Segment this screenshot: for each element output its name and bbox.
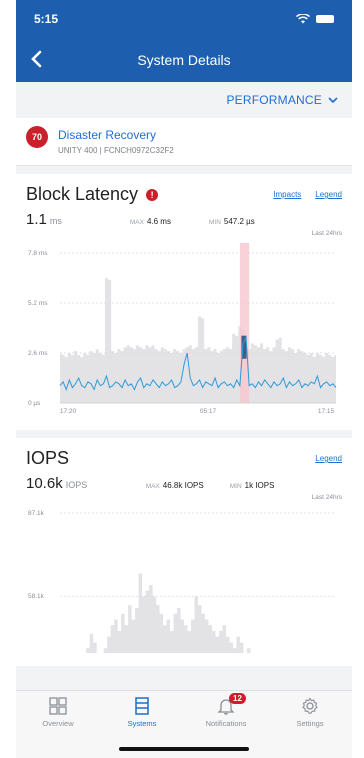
alert-icon[interactable]: ! (146, 188, 159, 201)
iops-min: MIN 1k IOPS (230, 481, 275, 490)
tab-overview[interactable]: Overview (23, 697, 93, 758)
wifi-icon (296, 14, 310, 24)
iops-panel: IOPS Legend 10.6k IOPS MAX 46.8k IOPS MIN… (16, 438, 352, 758)
iops-max: MAX 46.8k IOPS (146, 481, 204, 490)
notification-count-badge: 12 (229, 693, 246, 704)
latency-current-value: 1.1 (26, 211, 47, 228)
iops-title: IOPS (26, 448, 70, 468)
latency-max-label: MAX (129, 219, 144, 226)
latency-min-value: 547.2 µs (223, 217, 255, 226)
status-indicators (296, 14, 334, 24)
system-subtitle: UNITY 400 | FCNCH0972C32F2 (58, 146, 174, 155)
y-tick-label: 58.1k (28, 593, 45, 600)
anomaly-highlight (239, 243, 250, 403)
tab-settings-label: Settings (296, 719, 324, 728)
range-band (60, 573, 336, 758)
tab-settings[interactable]: Settings (275, 697, 345, 758)
y-tick-label: 0 µs (28, 400, 41, 407)
iops-chart[interactable]: 87.1k58.1k29k (26, 503, 342, 758)
y-tick-label: 7.8 ms (28, 250, 48, 257)
home-indicator (119, 747, 249, 751)
latency-min: MIN 547.2 µs (209, 217, 255, 226)
iops-legend-link[interactable]: Legend (315, 454, 342, 463)
gear-icon (302, 697, 318, 714)
performance-label: PERFORMANCE (226, 93, 322, 107)
iops-max-label: MAX (145, 483, 160, 490)
iops-max-value: 46.8k IOPS (162, 481, 204, 490)
battery-icon (316, 15, 334, 23)
y-tick-label: 2.6 ms (28, 350, 48, 357)
x-tick-label: 17:15 (318, 408, 335, 415)
latency-unit: ms (49, 216, 62, 226)
latency-chart[interactable]: 7.8 ms 5.2 ms 2.6 ms 0 µs 17:20 05:17 17:15 (26, 239, 342, 417)
iops-unit: IOPS (65, 480, 88, 490)
latency-panel: Block Latency ! Impacts Legend 1.1 ms MA… (16, 174, 352, 430)
tab-overview-label: Overview (42, 719, 74, 728)
latency-legend-link[interactable]: Legend (315, 190, 342, 199)
tab-notifications-label: Notifications (205, 719, 247, 728)
y-tick-label: 87.1k (28, 510, 45, 517)
tab-systems-label: Systems (127, 719, 157, 728)
latency-range-note: Last 24hrs (311, 230, 342, 237)
page-title: System Details (137, 52, 231, 68)
latency-max-value: 4.6 ms (146, 217, 171, 226)
phone-screen: 5:15 System Details PERFORMANCE 70 Disas… (16, 0, 352, 758)
status-time: 5:15 (34, 12, 59, 26)
iops-min-label: MIN (229, 483, 242, 490)
iops-current-value: 10.6k (26, 475, 63, 492)
iops-min-value: 1k IOPS (244, 481, 275, 490)
iops-range-note: Last 24hrs (311, 494, 342, 501)
performance-dropdown[interactable]: PERFORMANCE (16, 82, 352, 118)
status-bar: 5:15 (16, 0, 352, 38)
impacts-link[interactable]: Impacts (273, 190, 301, 199)
y-tick-label: 5.2 ms (28, 300, 48, 307)
tab-bar: Overview Systems 12 Notifications Settin… (16, 690, 352, 758)
nav-bar: System Details (16, 38, 352, 82)
system-card[interactable]: 70 Disaster Recovery UNITY 400 | FCNCH09… (16, 118, 352, 166)
latency-max: MAX 4.6 ms (130, 217, 171, 226)
overview-icon (49, 697, 67, 715)
chevron-down-icon (328, 97, 338, 104)
x-tick-label: 17:20 (60, 408, 77, 415)
health-score-badge: 70 (26, 126, 48, 148)
latency-min-label: MIN (208, 219, 221, 226)
latency-title: Block Latency (26, 184, 139, 204)
x-tick-label: 05:17 (200, 408, 217, 415)
systems-icon (135, 697, 149, 715)
back-arrow-icon[interactable] (26, 48, 48, 70)
system-name-link[interactable]: Disaster Recovery (58, 128, 174, 142)
